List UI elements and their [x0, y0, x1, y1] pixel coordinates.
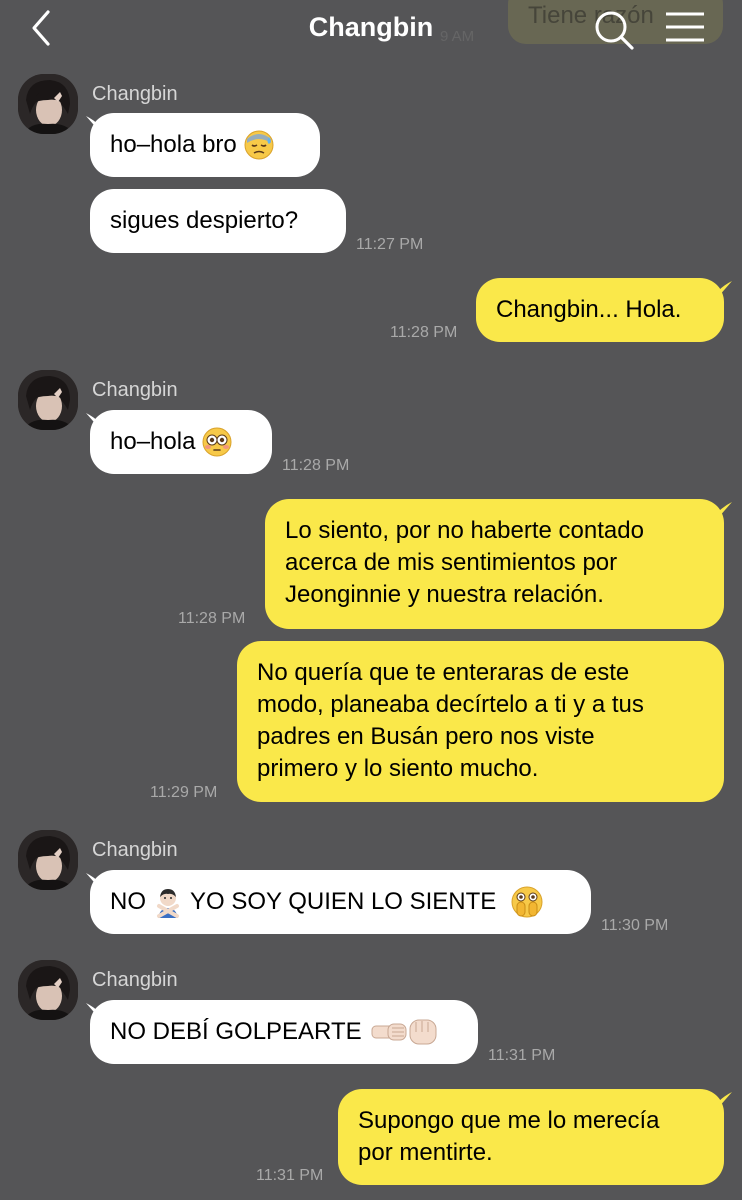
message-timestamp: 11:31 PM — [256, 1167, 324, 1184]
message-line: Lo siento, por no haberte contado — [285, 517, 644, 544]
message-text: NO — [110, 888, 146, 915]
avatar[interactable] — [18, 74, 78, 134]
search-icon — [595, 11, 634, 50]
message-timestamp: 11:28 PM — [178, 610, 246, 627]
incoming-message[interactable]: NO DEBÍ GOLPEARTE — [90, 1000, 478, 1064]
outgoing-message[interactable]: Supongo que me lo merecía por mentirte. — [338, 1089, 724, 1185]
message-line: No quería que te enteraras de este — [257, 659, 630, 686]
outgoing-message[interactable]: No quería que te enteraras de este modo,… — [237, 641, 724, 802]
outgoing-message[interactable]: Lo siento, por no haberte contado acerca… — [265, 499, 724, 629]
message-timestamp: 11:28 PM — [282, 457, 350, 474]
profile-photo — [18, 74, 78, 134]
sender-name: Changbin — [92, 839, 178, 861]
message-line: Jeonginnie y nuestra relación. — [285, 581, 604, 608]
message-timestamp: 11:27 PM — [356, 236, 424, 253]
avatar[interactable] — [18, 370, 78, 430]
avatar[interactable] — [18, 830, 78, 890]
menu-button[interactable] — [664, 10, 706, 46]
message-text: ho–hola — [110, 428, 196, 455]
message-timestamp: 11:28 PM — [390, 324, 458, 341]
message-line: primero y lo siento mucho. — [257, 755, 539, 782]
incoming-message[interactable]: ho–hola — [90, 410, 272, 474]
outgoing-message[interactable]: Changbin... Hola. — [476, 278, 724, 342]
message-timestamp: 11:29 PM — [150, 784, 218, 801]
avatar[interactable] — [18, 960, 78, 1020]
fist-bump-emoji — [371, 1019, 437, 1045]
flushed-face-emoji — [202, 427, 232, 457]
incoming-message[interactable]: NO YO SOY QUIEN LO SIENTE — [90, 870, 591, 934]
person-gesturing-no-emoji — [157, 889, 179, 918]
downcast-face-with-sweat-emoji — [244, 130, 274, 160]
sender-name: Changbin — [92, 969, 178, 991]
message-line: padres en Busán pero nos viste — [257, 723, 595, 750]
message-line: Supongo que me lo merecía — [358, 1107, 660, 1134]
message-line: modo, planeaba decírtelo a ti y a tus — [257, 691, 644, 718]
message-text: ho–hola bro — [110, 131, 237, 158]
profile-photo — [18, 370, 78, 430]
message-text: YO SOY QUIEN LO SIENTE — [190, 888, 497, 915]
profile-photo — [18, 830, 78, 890]
search-button[interactable] — [592, 8, 636, 52]
bubble-tail — [718, 1092, 732, 1108]
message-timestamp: 11:31 PM — [488, 1047, 556, 1064]
message-text: NO DEBÍ GOLPEARTE — [110, 1018, 362, 1045]
message-timestamp: 11:30 PM — [601, 917, 669, 934]
incoming-message[interactable]: sigues despierto? — [90, 189, 346, 253]
bubble-tail — [718, 281, 732, 297]
incoming-message[interactable]: ho–hola bro — [90, 113, 320, 177]
message-text: sigues despierto? — [110, 207, 299, 234]
sender-name: Changbin — [92, 379, 178, 401]
profile-photo — [18, 960, 78, 1020]
bubble-tail — [718, 502, 732, 518]
message-line: acerca de mis sentimientos por — [285, 549, 618, 576]
top-bar: Tiene razón 9 AM Changbin — [0, 0, 742, 58]
face-with-open-eyes-and-hand-over-mouth-emoji — [511, 886, 543, 918]
sender-name: Changbin — [92, 83, 178, 105]
message-line: por mentirte. — [358, 1139, 493, 1166]
hamburger-menu-icon — [666, 12, 704, 42]
message-text: Changbin... Hola. — [496, 296, 682, 323]
